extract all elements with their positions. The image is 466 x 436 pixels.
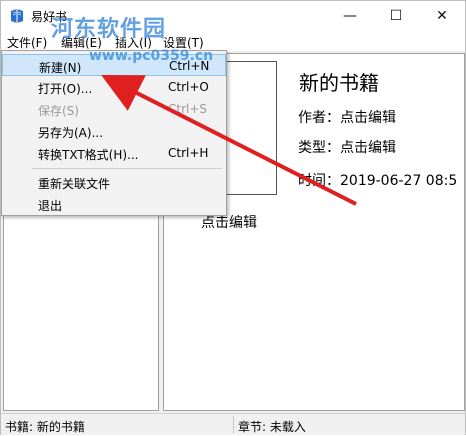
book-time: 时间：2019-06-27 08:5 — [298, 173, 458, 189]
file-menu-dropdown: 新建(N) Ctrl+N 打开(O)... Ctrl+O 保存(S) Ctrl+… — [1, 50, 227, 216]
book-type[interactable]: 类型：点击编辑 — [298, 137, 396, 157]
menu-item-save-as[interactable]: 另存为(A)... — [2, 120, 226, 142]
menu-item-shortcut: Ctrl+H — [168, 146, 209, 160]
menu-item-label: 另存为(A)... — [38, 126, 104, 140]
menu-item-reassociate[interactable]: 重新关联文件 — [2, 171, 226, 193]
book-icon — [11, 9, 23, 23]
menu-item-shortcut: Ctrl+S — [168, 102, 208, 116]
app-window: 易好书 — ☐ ✕ 文件(F) 编辑(E) 插入(I) 设置(T) 新的书籍 作… — [0, 0, 466, 435]
menu-item-label: 保存(S) — [38, 104, 79, 118]
menu-file[interactable]: 文件(F) — [7, 34, 47, 51]
menu-separator — [32, 168, 222, 169]
maximize-icon: ☐ — [389, 8, 403, 24]
book-title[interactable]: 新的书籍 — [299, 67, 379, 96]
maximize-button[interactable]: ☐ — [373, 1, 419, 31]
status-bar: 书籍: 新的书籍 章节: 未载入 — [1, 413, 465, 435]
watermark-url: www.pc0359.cn — [89, 48, 214, 64]
watermark-text: 河东软件园 — [51, 17, 167, 42]
status-separator — [233, 416, 234, 433]
menu-item-save[interactable]: 保存(S) Ctrl+S — [2, 98, 226, 120]
menu-item-label: 重新关联文件 — [38, 177, 111, 191]
close-button[interactable]: ✕ — [419, 1, 465, 31]
menu-item-open[interactable]: 打开(O)... Ctrl+O — [2, 76, 226, 98]
book-author[interactable]: 作者：点击编辑 — [298, 107, 396, 127]
status-chapter: 章节: 未载入 — [238, 420, 306, 434]
status-book: 书籍: 新的书籍 — [5, 420, 85, 434]
menu-item-label: 新建(N) — [39, 61, 82, 75]
menu-item-convert-txt[interactable]: 转换TXT格式(H)... Ctrl+H — [2, 142, 226, 164]
menu-item-label: 退出 — [38, 199, 63, 213]
close-icon: ✕ — [436, 8, 448, 24]
menu-item-label: 转换TXT格式(H)... — [38, 148, 139, 162]
minimize-button[interactable]: — — [327, 1, 373, 31]
menu-item-label: 打开(O)... — [38, 82, 93, 96]
menu-item-shortcut: Ctrl+O — [168, 80, 209, 94]
minimize-icon: — — [343, 8, 357, 24]
menu-item-exit[interactable]: 退出 — [2, 193, 226, 215]
